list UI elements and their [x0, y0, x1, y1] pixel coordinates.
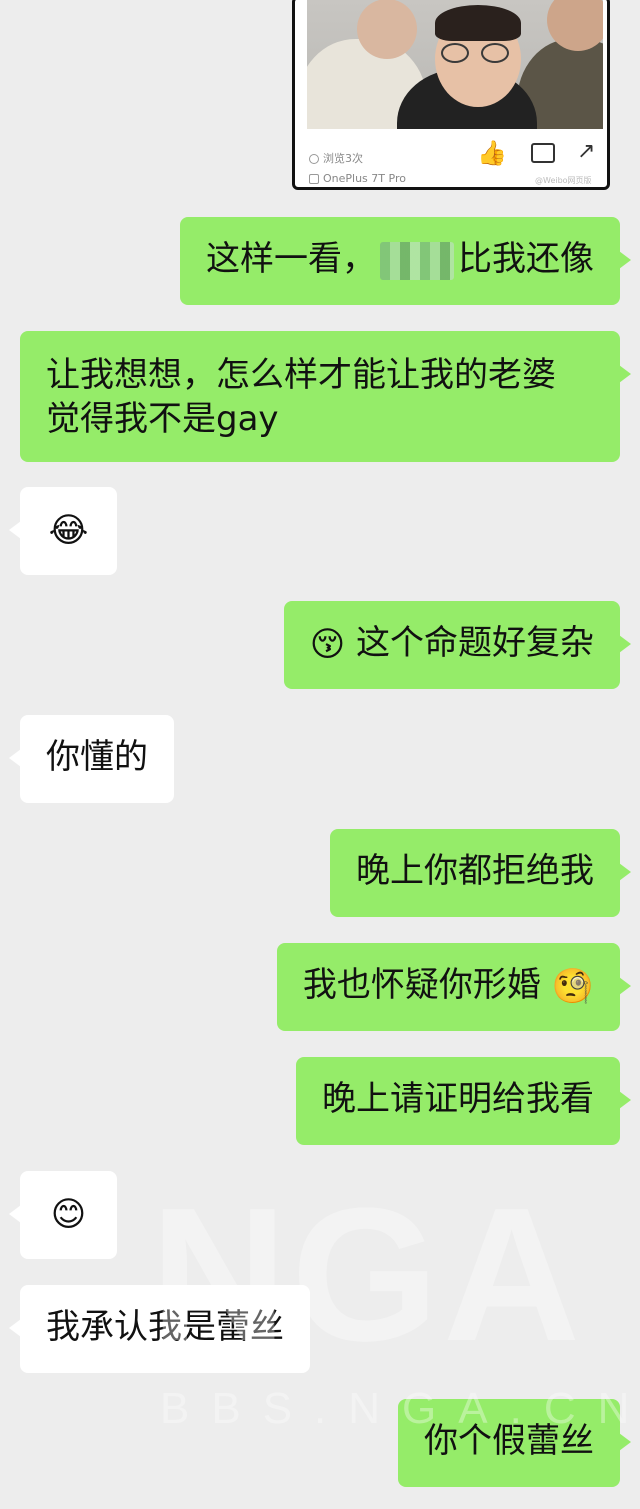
views-count: 浏览3次: [323, 152, 363, 165]
phone-icon: [309, 174, 319, 184]
message-text-line: 让我想想，怎么样才能让我的老婆: [46, 355, 556, 395]
message-bubble-outgoing[interactable]: 😚 这个命题好复杂: [283, 601, 632, 689]
message-bubble-incoming[interactable]: 你懂的: [9, 715, 174, 803]
like-icon[interactable]: 👍: [477, 139, 507, 167]
post-photo: [307, 0, 603, 129]
card-watermark: @Weibo网页版: [535, 176, 592, 185]
share-icon[interactable]: ↗: [577, 139, 595, 164]
message-text: 你个假蕾丝: [424, 1421, 594, 1461]
message-text: 你懂的: [46, 737, 148, 777]
message-text: 这样一看，: [206, 239, 376, 279]
message-text: 晚上请证明给我看: [322, 1079, 594, 1119]
message-text: 我承认我是蕾丝: [46, 1307, 284, 1347]
monocle-face-emoji-icon: 🧐: [551, 966, 594, 1007]
message-bubble-incoming[interactable]: 😊: [9, 1171, 117, 1259]
redacted-name: [380, 241, 454, 280]
tears-of-joy-emoji-icon: 😂: [48, 510, 89, 551]
kissing-face-emoji-icon: 😚: [309, 624, 346, 665]
message-bubble-outgoing[interactable]: 我也怀疑你形婚 🧐: [276, 943, 632, 1031]
smiling-face-emoji-icon: 😊: [50, 1194, 87, 1235]
glasses: [441, 43, 515, 65]
message-bubble-outgoing[interactable]: 让我想想，怎么样才能让我的老婆 觉得我不是gay: [20, 331, 631, 462]
message-text: 我也怀疑你形婚: [302, 965, 541, 1005]
message-bubble-incoming[interactable]: 😂: [9, 487, 117, 575]
message-text: 这个命题好复杂: [356, 623, 594, 663]
shared-post-card[interactable]: 浏览3次 OnePlus 7T Pro 👍 ↗ @Weibo网页版: [292, 0, 610, 190]
message-text: 晚上你都拒绝我: [356, 851, 594, 891]
message-bubble-outgoing[interactable]: 晚上请证明给我看: [296, 1057, 631, 1145]
comment-icon[interactable]: [531, 143, 555, 163]
message-bubble-outgoing[interactable]: 这样一看， 比我还像: [180, 217, 631, 305]
message-bubble-outgoing[interactable]: 晚上你都拒绝我: [330, 829, 631, 917]
message-text: 比我还像: [458, 239, 594, 279]
message-bubble-outgoing[interactable]: 你个假蕾丝: [398, 1399, 631, 1487]
device-label: OnePlus 7T Pro: [323, 172, 406, 185]
message-bubble-incoming[interactable]: 我承认我是蕾丝: [9, 1285, 310, 1373]
eye-icon: [309, 154, 319, 164]
message-text-line: 觉得我不是gay: [46, 399, 279, 439]
